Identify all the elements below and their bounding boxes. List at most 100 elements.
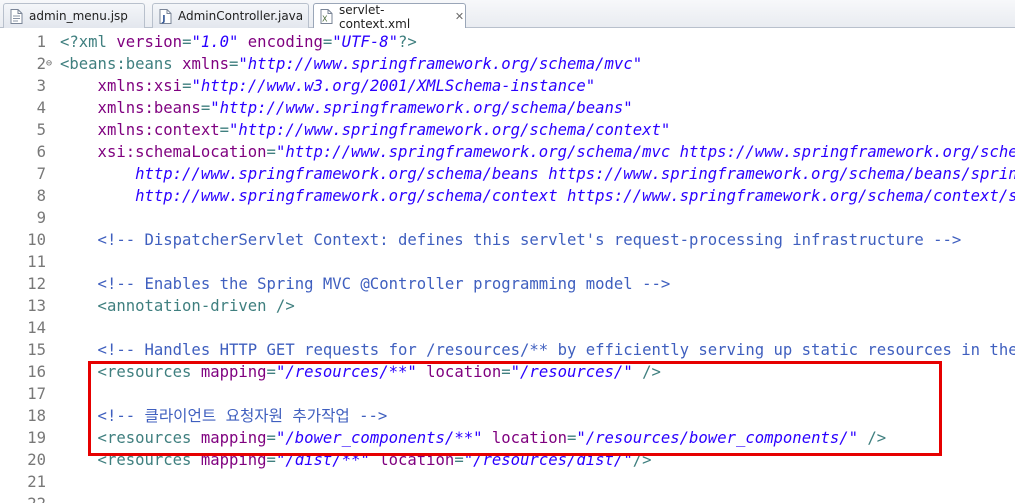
code-string: "/resources/**" bbox=[275, 363, 417, 381]
code-line: 6 xsi:schemaLocation="http://www.springf… bbox=[0, 141, 1015, 163]
tab-label: admin_menu.jsp bbox=[29, 9, 128, 23]
code-equals: = bbox=[229, 55, 239, 73]
code-line: 15 <!-- Handles HTTP GET requests for /r… bbox=[0, 339, 1015, 361]
code-text: <!-- DispatcherServlet Context: defines … bbox=[60, 229, 962, 251]
code-text: <!-- 클라이언트 요청자원 추가작업 --> bbox=[60, 405, 388, 427]
code-string: "1.0" bbox=[191, 33, 239, 51]
line-number: 8 bbox=[36, 187, 46, 205]
line-number: 14 bbox=[27, 319, 46, 337]
line-number: 19 bbox=[27, 429, 46, 447]
code-attribute: xmlns:context bbox=[60, 121, 220, 139]
code-equals: = bbox=[454, 451, 464, 469]
code-line: 4 xmlns:beans="http://www.springframewor… bbox=[0, 97, 1015, 119]
code-tag: <annotation-driven /> bbox=[60, 297, 295, 315]
code-text: <!-- Enables the Spring MVC @Controller … bbox=[60, 273, 671, 295]
line-number: 2 bbox=[36, 55, 46, 73]
code-equals: = bbox=[200, 99, 211, 117]
code-string: "http://www.springframework.org/schema/m… bbox=[238, 55, 643, 73]
code-line: 9 bbox=[0, 207, 1015, 229]
code-text: <resources mapping="/resources/**" locat… bbox=[60, 361, 661, 383]
code-line: 22 bbox=[0, 493, 1015, 503]
code-line: 2 ⊖ <beans:beans xmlns="http://www.springf… bbox=[0, 53, 1015, 75]
code-string: "http://www.springframework.org/schema/b… bbox=[210, 99, 633, 117]
code-text: <resources mapping="/bower_components/**… bbox=[60, 427, 887, 449]
line-number: 9 bbox=[36, 209, 46, 227]
code-attribute: xmlns:beans bbox=[60, 99, 201, 117]
code-attribute: encoding bbox=[238, 33, 323, 51]
code-tag: <?xml bbox=[60, 33, 117, 51]
code-attribute: xmlns:xsi bbox=[60, 77, 183, 95]
line-number: 1 bbox=[36, 33, 46, 51]
code-line: 16 <resources mapping="/resources/**" lo… bbox=[0, 361, 1015, 383]
code-tag: ?> bbox=[398, 33, 417, 51]
code-string: "http://www.w3.org/2001/XMLSchema-instan… bbox=[191, 77, 596, 95]
code-equals: = bbox=[266, 363, 276, 381]
code-attribute: xsi:schemaLocation bbox=[60, 143, 267, 161]
code-text: http://www.springframework.org/schema/be… bbox=[60, 163, 1015, 185]
line-number: 17 bbox=[27, 385, 46, 403]
code-string: "http://www.springframework.org/schema/c… bbox=[229, 121, 671, 139]
code-tag: <resources bbox=[60, 363, 201, 381]
tab-label: servlet-context.xml bbox=[339, 2, 411, 31]
code-line: 10 <!-- DispatcherServlet Context: defin… bbox=[0, 229, 1015, 251]
code-tag: /> bbox=[632, 451, 652, 469]
fold-collapse-icon[interactable]: ⊖ bbox=[46, 59, 54, 69]
tab-label: AdminController.java bbox=[178, 9, 304, 23]
code-text: xsi:schemaLocation="http://www.springfra… bbox=[60, 141, 1015, 163]
code-attribute: mapping bbox=[200, 429, 267, 447]
code-line: 20 <resources mapping="/dist/**" locatio… bbox=[0, 449, 1015, 471]
line-number: 12 bbox=[27, 275, 46, 293]
line-number: 16 bbox=[27, 363, 46, 381]
code-string: "/resources/dist/" bbox=[463, 451, 633, 469]
tab-servlet-context-xml[interactable]: X servlet-context.xml ✕ bbox=[313, 2, 466, 31]
tab-admin-menu-jsp[interactable]: admin_menu.jsp bbox=[3, 3, 145, 28]
tab-admin-controller-java[interactable]: J AdminController.java bbox=[152, 3, 309, 28]
code-tag: /> bbox=[632, 363, 661, 381]
code-text: <annotation-driven /> bbox=[60, 295, 295, 317]
code-string: http://www.springframework.org/schema/co… bbox=[135, 187, 1015, 205]
code-equals: = bbox=[566, 429, 577, 447]
code-text: <resources mapping="/dist/**" location="… bbox=[60, 449, 652, 471]
code-text: <?xml version="1.0" encoding="UTF-8"?> bbox=[60, 31, 417, 53]
code-text: xmlns:context="http://www.springframewor… bbox=[60, 119, 671, 141]
code-editor[interactable]: 1 <?xml version="1.0" encoding="UTF-8"?> 2… bbox=[0, 28, 1015, 503]
code-line: 5 xmlns:context="http://www.springframew… bbox=[0, 119, 1015, 141]
code-line: 3 xmlns:xsi="http://www.w3.org/2001/XMLS… bbox=[0, 75, 1015, 97]
code-comment: <!-- Enables the Spring MVC @Controller … bbox=[60, 275, 671, 293]
code-equals: = bbox=[501, 363, 511, 381]
line-number: 13 bbox=[27, 297, 46, 315]
code-string: "/dist/**" bbox=[275, 451, 370, 469]
line-number: 7 bbox=[36, 165, 46, 183]
code-string: http://www.springframework.org/schema/be… bbox=[60, 165, 1015, 183]
code-tag: /> bbox=[858, 429, 887, 447]
svg-text:J: J bbox=[161, 14, 165, 24]
code-attribute: xmlns bbox=[182, 55, 230, 73]
code-line: 13 <annotation-driven /> bbox=[0, 295, 1015, 317]
code-string: "/bower_components/**" bbox=[275, 429, 483, 447]
code-line: 18 <!-- 클라이언트 요청자원 추가작업 --> bbox=[0, 405, 1015, 427]
eclipse-editor-window: admin_menu.jsp J AdminController.java X … bbox=[0, 0, 1015, 503]
line-number: 21 bbox=[27, 473, 46, 491]
code-text: <!-- Handles HTTP GET requests for /reso… bbox=[60, 339, 1015, 361]
java-file-icon: J bbox=[159, 8, 172, 24]
code-line: 21 bbox=[0, 471, 1015, 493]
line-number: 3 bbox=[36, 77, 46, 95]
line-number: 15 bbox=[27, 341, 46, 359]
line-number: 20 bbox=[27, 451, 46, 469]
svg-text:X: X bbox=[322, 15, 328, 24]
code-attribute: mapping bbox=[200, 363, 267, 381]
code-comment: <!-- DispatcherServlet Context: defines … bbox=[60, 231, 962, 249]
code-text: xmlns:beans="http://www.springframework.… bbox=[60, 97, 633, 119]
code-line: 12 <!-- Enables the Spring MVC @Controll… bbox=[0, 273, 1015, 295]
code-line: 1 <?xml version="1.0" encoding="UTF-8"?> bbox=[0, 31, 1015, 53]
code-equals: = bbox=[266, 429, 276, 447]
code-line: 19 <resources mapping="/bower_components… bbox=[0, 427, 1015, 449]
code-line: 11 bbox=[0, 251, 1015, 273]
line-number: 5 bbox=[36, 121, 46, 139]
code-text: http://www.springframework.org/schema/co… bbox=[60, 185, 1015, 207]
code-line: 17 bbox=[0, 383, 1015, 405]
code-attribute: version bbox=[116, 33, 183, 51]
xml-file-icon: X bbox=[320, 9, 333, 24]
close-icon[interactable]: ✕ bbox=[454, 10, 465, 23]
code-attribute: location bbox=[416, 363, 502, 381]
